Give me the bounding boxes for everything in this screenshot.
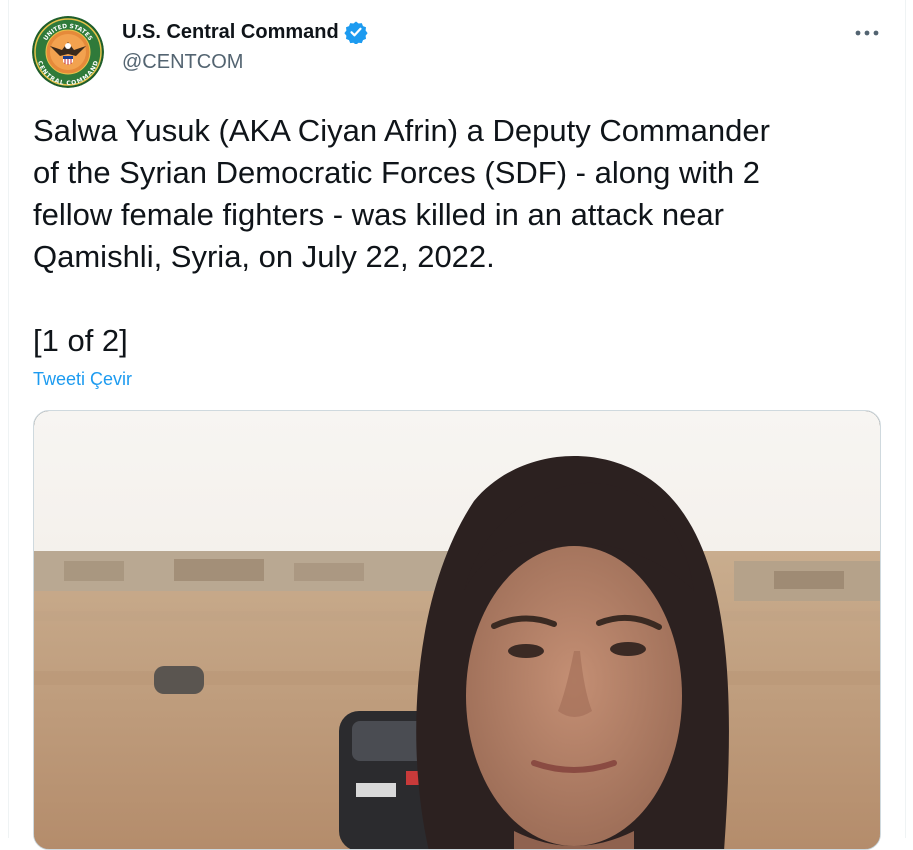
photo-image [34,411,880,849]
author-display-name[interactable]: U.S. Central Command [122,21,339,44]
author-name-row: U.S. Central Command [122,20,368,45]
avatar[interactable]: UNITED STATES CENTRAL COMMAND [32,16,104,88]
tweet-text: Salwa Yusuk (AKA Ciyan Afrin) a Deputy C… [33,113,770,274]
verified-badge-icon [344,20,368,45]
more-options-button[interactable] [850,20,884,46]
translate-tweet-link[interactable]: Tweeti Çevir [33,369,132,390]
tweet-media-photo[interactable] [33,410,881,850]
more-icon [855,30,879,36]
author-handle[interactable]: @CENTCOM [122,51,243,74]
thread-counter: [1 of 2] [33,323,128,358]
centcom-seal-icon: UNITED STATES CENTRAL COMMAND [32,16,104,88]
